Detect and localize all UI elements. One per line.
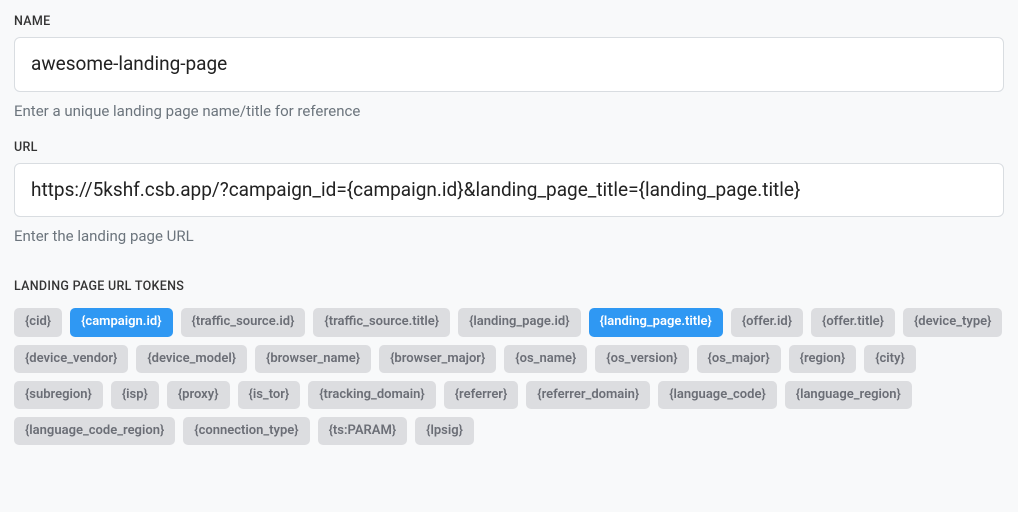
url-token[interactable]: {isp} — [111, 381, 159, 409]
url-token[interactable]: {tracking_domain} — [308, 381, 436, 409]
url-token[interactable]: {city} — [864, 345, 916, 373]
url-token[interactable]: {is_tor} — [238, 381, 301, 409]
url-token[interactable]: {landing_page.id} — [458, 308, 580, 336]
url-token[interactable]: {traffic_source.id} — [181, 308, 306, 336]
url-token[interactable]: {browser_name} — [255, 345, 371, 373]
name-help-text: Enter a unique landing page name/title f… — [14, 102, 1004, 120]
tokens-section-label: LANDING PAGE URL TOKENS — [14, 279, 1004, 294]
url-token[interactable]: {offer.id} — [731, 308, 803, 336]
url-token[interactable]: {device_type} — [903, 308, 1002, 336]
url-token[interactable]: {device_model} — [136, 345, 247, 373]
url-label: URL — [14, 140, 1004, 155]
url-token[interactable]: {os_version} — [595, 345, 688, 373]
url-token[interactable]: {language_code} — [658, 381, 777, 409]
url-token[interactable]: {campaign.id} — [70, 308, 172, 336]
url-token[interactable]: {region} — [789, 345, 857, 373]
url-token[interactable]: {landing_page.title} — [589, 308, 723, 336]
url-token[interactable]: {offer.title} — [811, 308, 895, 336]
url-token[interactable]: {ts:PARAM} — [318, 417, 408, 445]
url-field-group: URL Enter the landing page URL — [14, 140, 1004, 246]
url-token[interactable]: {traffic_source.title} — [313, 308, 450, 336]
url-help-text: Enter the landing page URL — [14, 227, 1004, 245]
name-field-group: NAME Enter a unique landing page name/ti… — [14, 14, 1004, 120]
url-input[interactable] — [14, 163, 1004, 218]
url-token[interactable]: {language_code_region} — [14, 417, 175, 445]
name-label: NAME — [14, 14, 1004, 29]
url-token[interactable]: {lpsig} — [415, 417, 474, 445]
url-token[interactable]: {referrer} — [444, 381, 519, 409]
name-input[interactable] — [14, 37, 1004, 92]
url-token[interactable]: {referrer_domain} — [526, 381, 650, 409]
url-token[interactable]: {proxy} — [167, 381, 230, 409]
url-token[interactable]: {subregion} — [14, 381, 103, 409]
tokens-container: {cid}{campaign.id}{traffic_source.id}{tr… — [14, 308, 1004, 445]
url-token[interactable]: {device_vendor} — [14, 345, 128, 373]
url-token[interactable]: {cid} — [14, 308, 62, 336]
url-token[interactable]: {browser_major} — [379, 345, 496, 373]
url-token[interactable]: {connection_type} — [183, 417, 309, 445]
url-token[interactable]: {os_name} — [504, 345, 587, 373]
url-token[interactable]: {language_region} — [785, 381, 912, 409]
url-token[interactable]: {os_major} — [697, 345, 781, 373]
